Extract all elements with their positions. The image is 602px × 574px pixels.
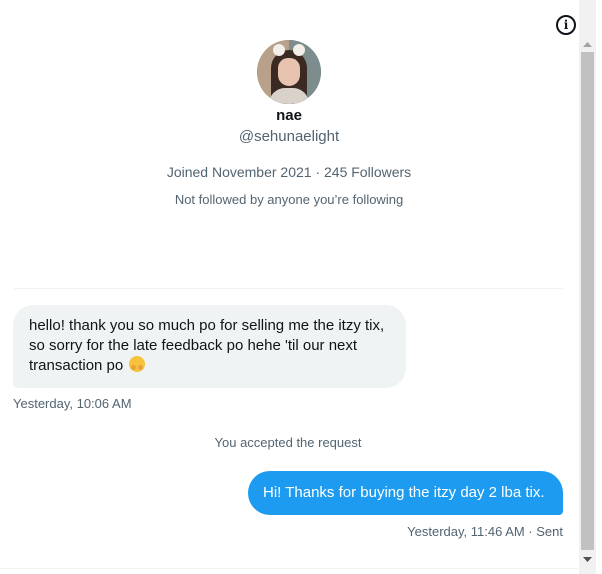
incoming-message-text: hello! thank you so much po for selling … xyxy=(29,317,385,374)
scroll-down-arrow-icon[interactable] xyxy=(579,553,596,567)
outgoing-message-timestamp: Yesterday, 11:46 AM · Sent xyxy=(407,524,563,539)
outgoing-message-text: Hi! Thanks for buying the itzy day 2 lba… xyxy=(263,484,545,501)
profile-handle[interactable]: @sehunaelight xyxy=(0,127,578,147)
profile-join-followers: Joined November 2021 · 245 Followers xyxy=(166,164,412,180)
scroll-thumb[interactable] xyxy=(581,52,594,550)
bottom-divider xyxy=(0,568,578,569)
hugging-face-emoji-icon xyxy=(129,356,146,372)
profile-name[interactable]: nae xyxy=(0,107,578,125)
incoming-message-bubble[interactable]: hello! thank you so much po for selling … xyxy=(13,305,406,388)
avatar[interactable] xyxy=(257,40,321,104)
info-icon[interactable]: i xyxy=(556,15,576,35)
scrollbar[interactable] xyxy=(579,0,596,574)
incoming-message-timestamp: Yesterday, 10:06 AM xyxy=(13,396,132,411)
scroll-up-arrow-icon[interactable] xyxy=(579,37,596,51)
request-accepted-notice: You accepted the request xyxy=(214,435,362,450)
profile-header: nae @sehunaelight Joined November 2021 ·… xyxy=(0,40,578,208)
profile-followed-by: Not followed by anyone you’re following xyxy=(174,192,404,207)
outgoing-message-bubble[interactable]: Hi! Thanks for buying the itzy day 2 lba… xyxy=(248,471,563,515)
divider xyxy=(14,288,563,289)
